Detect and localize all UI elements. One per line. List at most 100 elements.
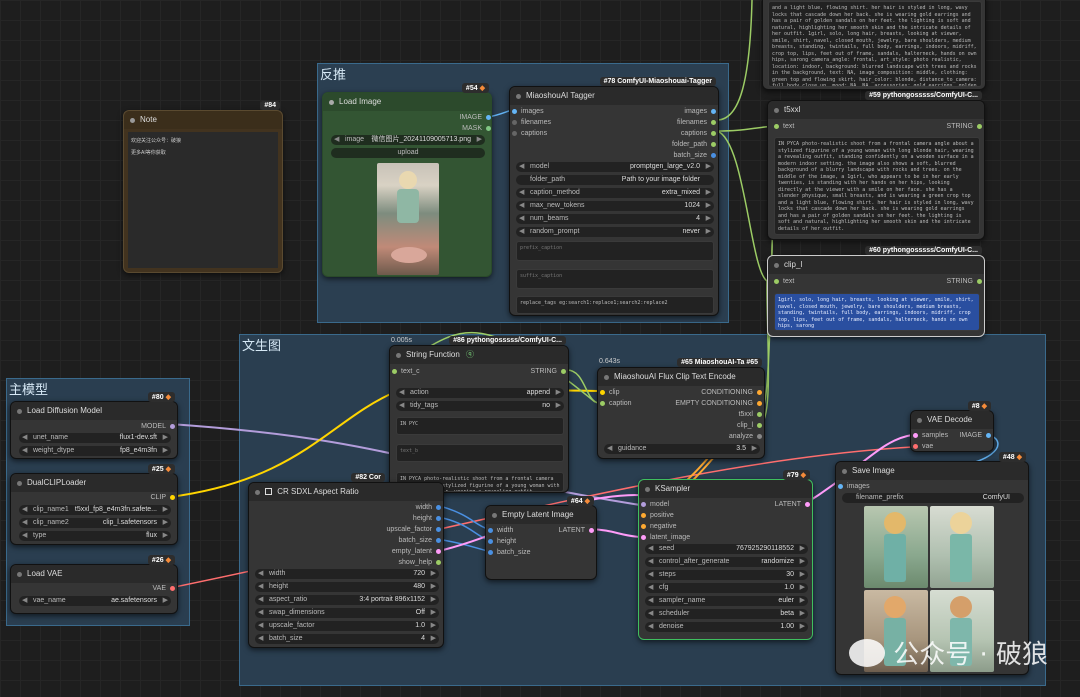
filename-prefix-input[interactable]: filename_prefix ComfyUI: [842, 493, 1024, 503]
vae-decode-node[interactable]: VAE Decode #8 ◆ samples vae IMAGE: [910, 401, 994, 452]
input-vae[interactable]: vae: [913, 442, 933, 452]
t5xxl-node[interactable]: t5xxl #59 pythongosssss/ComfyUI-C... tex…: [767, 91, 985, 240]
output-width[interactable]: width: [416, 503, 441, 513]
vae-name-select[interactable]: ◀ vae_name ae.safetensors ▶: [19, 596, 171, 606]
output-string[interactable]: STRING: [947, 122, 982, 132]
input-latent-image[interactable]: latent_image: [641, 533, 690, 543]
width-stepper[interactable]: ◀ width 720 ▶: [255, 569, 439, 579]
output-clip-l[interactable]: clip_l: [737, 421, 762, 431]
node-header[interactable]: Load Image: [323, 93, 491, 111]
text-a-textarea[interactable]: IN PYC: [396, 417, 564, 435]
t5xxl-text[interactable]: IN PYCA photo-realistic shoot from a fro…: [774, 137, 980, 235]
num-beams-stepper[interactable]: ◀ num_beams 4 ▶: [516, 214, 714, 224]
input-height[interactable]: height: [488, 537, 516, 547]
node-header[interactable]: CR SDXL Aspect Ratio: [249, 483, 443, 501]
input-text[interactable]: text: [774, 122, 794, 132]
string-function-node[interactable]: String Function ⓠ #86 pythongosssss/Comf…: [389, 336, 569, 493]
load-image-node[interactable]: Load Image #54 ◆ IMAGE MASK ◀ image 微信图片_20…: [322, 83, 492, 277]
unet-name-select[interactable]: ◀ unet_name flux1-dev.sft ▶: [19, 433, 171, 443]
input-text[interactable]: text: [774, 277, 794, 287]
output-folder-path[interactable]: folder_path: [672, 140, 716, 150]
caption-text[interactable]: and a light blue, flowing shirt. her hai…: [768, 1, 982, 87]
load-diffusion-model-node[interactable]: Load Diffusion Model #80 ◆ MODEL ◀ unet_na…: [10, 392, 178, 459]
upload-button[interactable]: upload: [331, 148, 485, 158]
output-filenames[interactable]: filenames: [677, 118, 716, 128]
collapse-dot-icon[interactable]: [516, 94, 521, 99]
swap-dimensions-select[interactable]: ◀ swap_dimensions Off ▶: [255, 608, 439, 618]
cfg-stepper[interactable]: ◀ cfg 1.0 ▶: [645, 583, 808, 593]
input-images[interactable]: images: [512, 107, 544, 117]
output-empty-conditioning[interactable]: EMPTY CONDITIONING: [675, 399, 762, 409]
note-node[interactable]: Note #84 欢迎关注公众号：破狼 更多AI等你获取: [123, 101, 283, 273]
output-image[interactable]: IMAGE: [959, 431, 991, 441]
sampler-name-select[interactable]: ◀ sampler_name euler ▶: [645, 596, 808, 606]
node-header[interactable]: Save Image: [836, 462, 1028, 480]
output-images[interactable]: images: [684, 107, 716, 117]
image-select[interactable]: ◀ image 微信图片_20241109005713.png ▶: [331, 135, 485, 145]
output-captions[interactable]: captions: [681, 129, 716, 139]
ksampler-node[interactable]: KSampler #79 ◆ model positive negative la…: [638, 470, 813, 640]
input-images[interactable]: images: [838, 482, 870, 492]
suffix-caption-textarea[interactable]: suffix_caption: [516, 269, 714, 289]
collapse-dot-icon[interactable]: [130, 118, 135, 123]
replace-tags-textarea[interactable]: replace_tags eg:search1:replace1;search2…: [516, 296, 714, 314]
output-show-help[interactable]: show_help: [399, 558, 441, 568]
input-captions[interactable]: captions: [512, 129, 547, 139]
upscale-factor-stepper[interactable]: ◀ upscale_factor 1.0 ▶: [255, 621, 439, 631]
input-samples[interactable]: samples: [913, 431, 948, 441]
folder-path-input[interactable]: folder_path Path to your image folder: [516, 175, 714, 185]
random-prompt-select[interactable]: ◀ random_prompt never ▶: [516, 227, 714, 237]
input-filenames[interactable]: filenames: [512, 118, 551, 128]
node-header[interactable]: DualCLIPLoader: [11, 474, 177, 492]
collapse-dot-icon[interactable]: [645, 487, 650, 492]
collapse-dot-icon[interactable]: [17, 572, 22, 577]
collapse-dot-icon[interactable]: [396, 353, 401, 358]
clip-l-node[interactable]: clip_l #60 pythongosssss/ComfyUI-C... te…: [767, 246, 985, 337]
denoise-stepper[interactable]: ◀ denoise 1.00 ▶: [645, 622, 808, 632]
node-header[interactable]: String Function ⓠ: [390, 346, 568, 364]
output-height[interactable]: height: [413, 514, 441, 524]
seed-stepper[interactable]: ◀ seed 767925290118552 ▶: [645, 544, 808, 554]
workflow-canvas[interactable]: 反推 文生图 主模型 and a light blue, flowing shi…: [0, 0, 1080, 697]
model-select[interactable]: ◀ model promptgen_large_v2.0 ▶: [516, 162, 714, 172]
input-text-c[interactable]: text_c: [392, 367, 420, 377]
input-model[interactable]: model: [641, 500, 669, 510]
node-header[interactable]: t5xxl: [768, 101, 984, 119]
output-clip[interactable]: CLIP: [150, 493, 175, 503]
prefix-caption-textarea[interactable]: prefix_caption: [516, 241, 714, 261]
input-caption[interactable]: caption: [600, 399, 632, 409]
input-positive[interactable]: positive: [641, 511, 674, 521]
type-select[interactable]: ◀ type flux ▶: [19, 531, 171, 541]
node-header[interactable]: Load Diffusion Model: [11, 402, 177, 420]
aspect-ratio-node[interactable]: CR SDXL Aspect Ratio #82 Cor width heigh…: [248, 473, 444, 648]
output-batch-size[interactable]: batch_size: [399, 536, 441, 546]
miaoshou-tagger-node[interactable]: MiaoshouAI Tagger #78 ComfyUI-Miaoshouai…: [509, 77, 719, 316]
output-analyze[interactable]: analyze: [729, 432, 762, 442]
output-conditioning[interactable]: CONDITIONING: [701, 388, 762, 398]
input-width[interactable]: width: [488, 526, 513, 536]
checkbox-icon[interactable]: [265, 488, 272, 495]
output-upscale-factor[interactable]: upscale_factor: [386, 525, 441, 535]
collapse-dot-icon[interactable]: [917, 418, 922, 423]
output-latent[interactable]: LATENT: [559, 526, 594, 536]
load-vae-node[interactable]: Load VAE #26 ◆ VAE ◀ vae_name ae.safetensor…: [10, 555, 178, 614]
collapse-dot-icon[interactable]: [604, 375, 609, 380]
node-header[interactable]: Note: [124, 111, 282, 129]
height-stepper[interactable]: ◀ height 480 ▶: [255, 582, 439, 592]
collapse-dot-icon[interactable]: [17, 409, 22, 414]
node-header[interactable]: Empty Latent Image: [486, 506, 596, 524]
action-select[interactable]: ◀ action append ▶: [396, 388, 564, 398]
batch-size-stepper[interactable]: ◀ batch_size 4 ▶: [255, 634, 439, 644]
dual-clip-loader-node[interactable]: DualCLIPLoader #25 ◆ CLIP ◀ clip_name1 t5xx…: [10, 464, 178, 545]
node-header[interactable]: clip_l: [768, 256, 984, 274]
caption-method-select[interactable]: ◀ caption_method extra_mixed ▶: [516, 188, 714, 198]
node-header[interactable]: VAE Decode: [911, 411, 993, 429]
output-mask[interactable]: MASK: [462, 124, 491, 134]
tidy-tags-select[interactable]: ◀ tidy_tags no ▶: [396, 401, 564, 411]
collapse-dot-icon[interactable]: [774, 108, 779, 113]
node-header[interactable]: KSampler: [639, 480, 812, 498]
output-latent[interactable]: LATENT: [775, 500, 810, 510]
text-b-textarea[interactable]: text_b: [396, 444, 564, 462]
clip-name2-select[interactable]: ◀ clip_name2 clip_l.safetensors ▶: [19, 518, 171, 528]
node-header[interactable]: MiaoshouAI Tagger: [510, 87, 718, 105]
